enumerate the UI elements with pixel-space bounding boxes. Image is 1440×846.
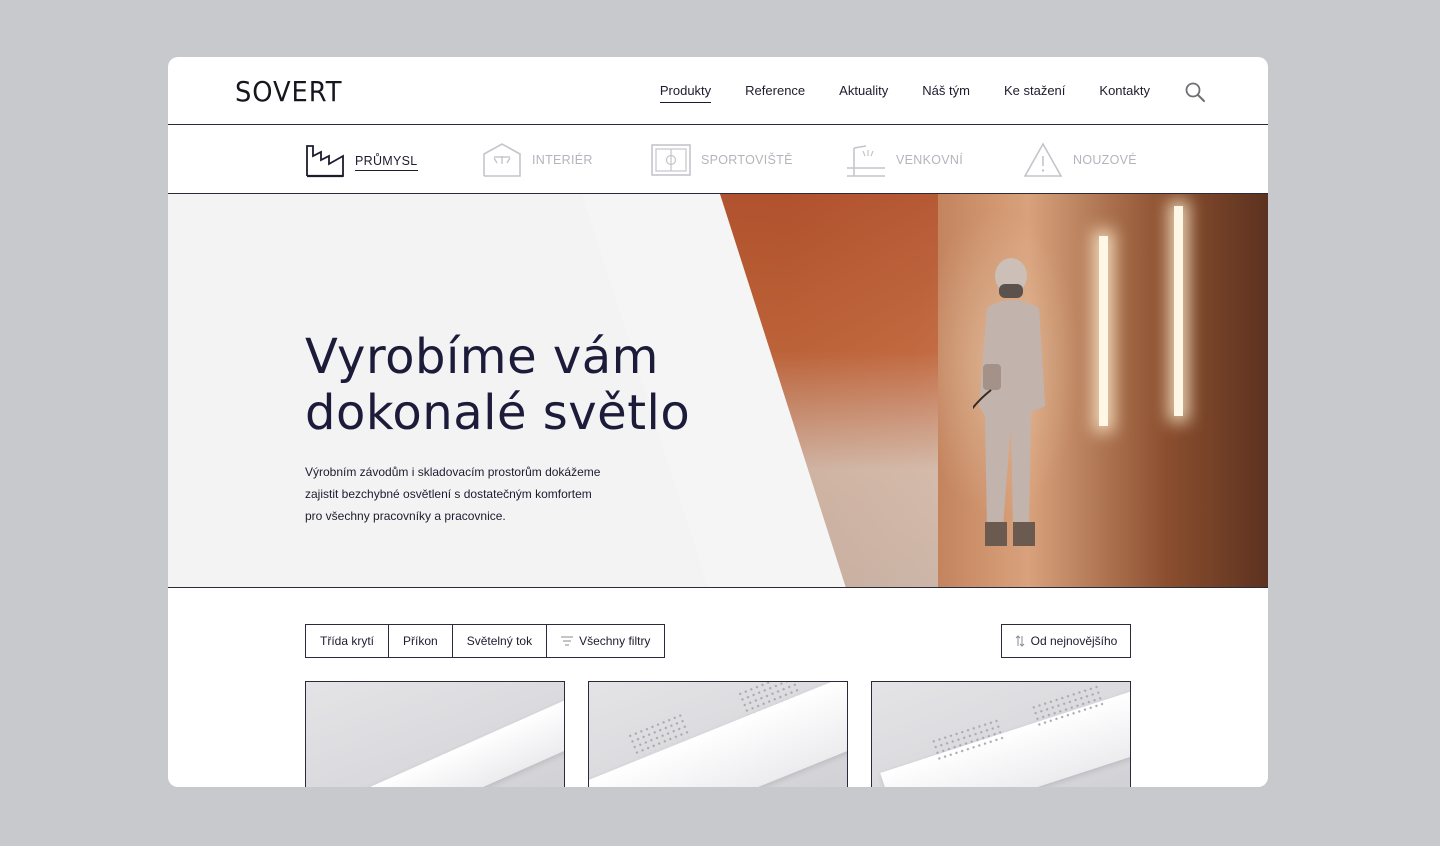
category-interier[interactable]: INTERIÉR [482,140,593,180]
nav-item-aktuality[interactable]: Aktuality [839,83,888,103]
hero-banner: Vyrobíme vám dokonalé světlo Výrobním zá… [168,194,1268,588]
streetlight-icon [847,145,885,177]
hero-title: Vyrobíme vám dokonalé světlo [305,329,725,441]
factory-icon [306,145,344,178]
category-label: VENKOVNÍ [896,153,963,167]
sort-label: Od nejnovějšího [1030,634,1118,648]
painter-figure [973,258,1045,546]
site-header: SOVERT Produkty Reference Aktuality Náš … [168,57,1268,125]
hero-text-line: Výrobním závodům i skladovacím prostorům… [305,465,601,479]
nav-item-ke-stazeni[interactable]: Ke stažení [1004,83,1065,103]
category-label: NOUZOVÉ [1073,153,1137,167]
sort-button[interactable]: Od nejnovějšího [1001,624,1131,658]
browser-page: SOVERT Produkty Reference Aktuality Náš … [168,57,1268,787]
hero-title-line: dokonalé světlo [305,385,691,441]
category-prumysl[interactable]: PRŮMYSL [305,140,418,180]
nav-item-produkty[interactable]: Produkty [659,83,712,103]
category-label: INTERIÉR [532,153,593,167]
product-card[interactable] [305,681,565,787]
logo[interactable]: SOVERT [235,75,342,108]
hero-text-line: pro všechny pracovníky a pracovnice. [305,509,506,523]
category-label: PRŮMYSL [355,154,418,171]
product-card[interactable] [871,681,1131,787]
category-venkovni[interactable]: VENKOVNÍ [846,140,963,180]
main-nav: Produkty Reference Aktuality Náš tým Ke … [659,83,1150,103]
hero-title-line: Vyrobíme vám [305,329,659,385]
filter-svetelny-tok[interactable]: Světelný tok [453,625,548,657]
hero-text-line: zajistit bezchybné osvětlení s dostatečn… [305,487,592,501]
filter-all-label: Všechny filtry [579,634,651,648]
product-card[interactable] [588,681,848,787]
filter-icon [561,636,574,646]
category-sportoviste[interactable]: SPORTOVIŠTĚ [651,140,793,180]
nav-item-kontakty[interactable]: Kontakty [1099,83,1150,103]
category-nouzove[interactable]: NOUZOVÉ [1023,140,1137,180]
warehouse-icon [483,143,521,177]
nav-item-reference[interactable]: Reference [745,83,805,103]
category-label: SPORTOVIŠTĚ [701,153,793,167]
hero-description: Výrobním závodům i skladovacím prostorům… [305,461,605,527]
filter-all-button[interactable]: Všechny filtry [547,625,664,657]
sort-icon [1015,635,1024,647]
filter-trida-kryti[interactable]: Třída krytí [306,625,390,657]
warning-icon [1023,142,1063,177]
category-bar: PRŮMYSL INTERIÉR SPORTOVIŠTĚ VENKOVNÍ NO… [168,125,1268,194]
search-icon[interactable] [1184,81,1206,103]
nav-item-nas-tym[interactable]: Náš tým [922,83,970,103]
ceiling-lamp [1099,236,1108,426]
stadium-icon [651,144,691,176]
product-image [329,682,564,787]
ceiling-lamp [1174,206,1183,416]
filter-prikon[interactable]: Příkon [389,625,453,657]
filter-bar: Třída krytí Příkon Světelný tok Všechny … [305,624,666,658]
